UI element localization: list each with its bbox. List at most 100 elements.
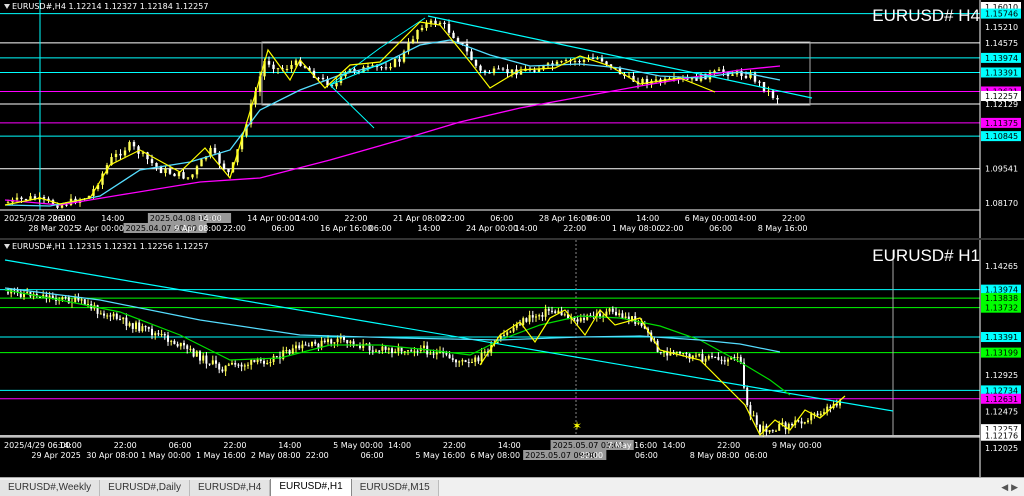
h4-trendline-upper [427, 15, 813, 99]
h1-time-label: 06:00 [361, 451, 384, 460]
h4-candle [479, 65, 482, 71]
h1-candle [675, 351, 678, 353]
h4-candle [155, 163, 158, 167]
h4-chart-pane[interactable]: 1.16010 1.15746 1.15210 1.14575 1.13974 1.133… [0, 0, 1024, 238]
h1-candle [512, 327, 515, 332]
tab-scroll-arrows[interactable]: ◀ ▶ [995, 480, 1024, 496]
h1-time-label: 22:00 [717, 441, 740, 450]
h1-candle [519, 324, 521, 326]
collapse-triangle-icon[interactable] [4, 244, 10, 249]
h4-time-label: 06:00 [709, 224, 732, 233]
h1-candle [131, 323, 134, 329]
h1-candle [451, 358, 454, 360]
h1-candle [407, 350, 409, 352]
h1-candle [615, 311, 617, 316]
h4-time-label: 14:00 [636, 214, 659, 223]
h4-time-label: 6 May 00:00 [685, 214, 735, 223]
h1-candle [224, 365, 227, 372]
h1-candle [346, 339, 349, 344]
h4-candle [767, 90, 770, 92]
h1-candle [803, 422, 806, 424]
h1-candle [192, 348, 195, 357]
h4-time-label: 14:00 [296, 214, 319, 223]
h4-candle [713, 70, 716, 73]
h1-chart-pane[interactable]: 1.14265 1.13974 1.13838 1.13732 1.13391 1.131… [0, 240, 1024, 477]
h1-chart-canvas[interactable]: 1.142651.139741.138381.137321.133911.131… [0, 240, 1024, 477]
h1-candle [413, 350, 416, 352]
h1-time-label: 1 May 00:00 [141, 451, 191, 460]
h1-candle [349, 341, 352, 344]
h4-header-text: EURUSD#,H4 1.12214 1.12327 1.12184 1.122… [12, 2, 209, 11]
h4-fan-line-1 [329, 17, 426, 86]
h4-candle [168, 169, 172, 174]
h1-candle [685, 353, 688, 355]
h1-time-label: 7 May 16:00 [607, 441, 657, 450]
h1-candle [211, 360, 214, 365]
h1-chart-header: EURUSD#,H1 1.12315 1.12321 1.12256 1.122… [4, 242, 208, 251]
h1-candle [771, 430, 774, 432]
h1-candle [746, 387, 749, 406]
tab-h4[interactable]: EURUSD#,H4 [189, 480, 271, 496]
h1-candle [522, 318, 525, 325]
h1-candle [243, 365, 246, 367]
h1-candle [701, 353, 704, 362]
h1-candle [448, 354, 451, 359]
h1-candle [291, 348, 294, 354]
h4-candle [429, 20, 433, 23]
h1-header-text: EURUSD#,H1 1.12315 1.12321 1.12256 1.122… [12, 242, 209, 251]
h4-candle [564, 60, 568, 62]
h1-candle [247, 364, 249, 366]
h4-chart-canvas[interactable]: 1.160101.157461.152101.145751.139741.133… [0, 0, 1024, 238]
h1-candle [179, 342, 182, 347]
h1-candle [106, 315, 109, 317]
h1-candle [189, 348, 192, 350]
h1-candle [800, 421, 803, 424]
h1-candle [743, 362, 745, 388]
h1-candle [163, 334, 166, 336]
h4-candle [164, 169, 167, 174]
h1-candle [61, 297, 64, 300]
h4-candle [285, 68, 289, 70]
h1-price-label: 1.12475 [985, 407, 1018, 416]
tab-h1[interactable]: EURUSD#,H1 [270, 479, 352, 496]
h4-candle [506, 69, 509, 74]
h4-candle [195, 166, 199, 175]
h4-candle [384, 67, 388, 69]
h4-candle [213, 147, 217, 153]
h1-candle [147, 326, 150, 329]
h4-time-label: 14:00 [515, 224, 538, 233]
h4-chart-header: EURUSD#,H4 1.12214 1.12327 1.12184 1.122… [4, 2, 208, 11]
h4-candle [272, 64, 275, 70]
h4-candle [470, 51, 473, 61]
tab-weekly[interactable]: EURUSD#,Weekly [0, 480, 101, 496]
h1-candle [640, 322, 643, 326]
h1-candle [461, 360, 464, 362]
h4-candle [411, 39, 415, 43]
h1-candle [727, 359, 729, 362]
h1-candle [298, 345, 301, 349]
tab-daily[interactable]: EURUSD#,Daily [100, 480, 190, 496]
h4-candle [119, 153, 122, 156]
h1-candle [723, 360, 726, 362]
h4-candle [114, 153, 118, 158]
h1-candle [608, 308, 611, 312]
collapse-triangle-icon[interactable] [4, 4, 10, 9]
h1-time-label: 22:00 [580, 451, 603, 460]
h1-candle [717, 357, 720, 360]
h4-time-label: 22:00 [660, 224, 683, 233]
h1-candle [621, 313, 624, 319]
h1-candle [538, 315, 541, 317]
h1-candle [135, 322, 137, 329]
h1-candle [26, 291, 29, 294]
h1-time-label: 22:00 [443, 441, 466, 450]
h1-candle [7, 292, 9, 294]
h4-candle [6, 202, 10, 204]
h4-candle [717, 69, 721, 71]
tab-m15[interactable]: EURUSD#,M15 [351, 480, 439, 496]
h1-candle [154, 333, 157, 336]
h1-candle [384, 346, 387, 350]
h4-time-label: 22:00 [344, 214, 367, 223]
h4-time-label: 14:00 [417, 224, 440, 233]
h1-candle [295, 345, 297, 349]
h1-candle [323, 340, 326, 343]
